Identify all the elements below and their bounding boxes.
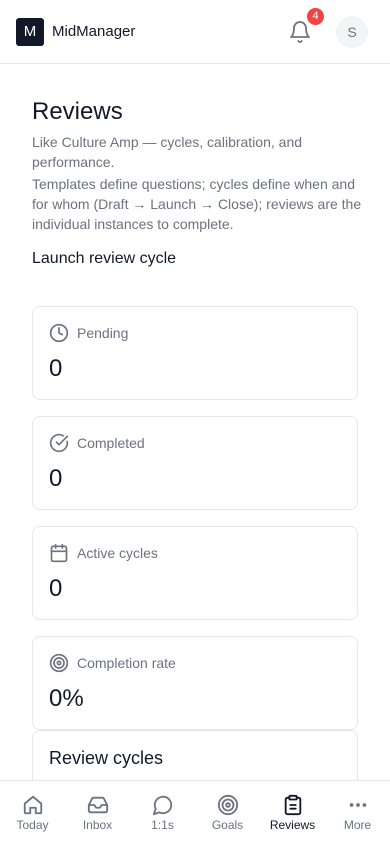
stat-value: 0 (49, 465, 63, 492)
nav-item-today[interactable]: Today (0, 781, 65, 845)
nav-item-goals[interactable]: Goals (195, 781, 260, 845)
launch-review-cycle-button[interactable]: Launch review cycle (32, 250, 176, 268)
notification-badge: 4 (307, 8, 324, 25)
stat-value: 0 (49, 355, 63, 382)
calendar-icon (50, 543, 68, 563)
top-bar: M MidManager 4 S (0, 0, 390, 64)
clipboard-icon (284, 794, 302, 816)
nav-item-inbox[interactable]: Inbox (65, 781, 130, 845)
stat-label: Active cycles (77, 545, 158, 561)
nav-label: Inbox (82, 818, 113, 832)
nav-item-reviews[interactable]: Reviews (260, 781, 325, 845)
stat-label: Completion rate (77, 655, 176, 671)
user-avatar[interactable]: S (336, 16, 368, 48)
home-icon (23, 795, 43, 815)
target-icon (49, 653, 69, 673)
stat-card-completed: Completed 0 (32, 416, 358, 510)
stat-value: 0 (49, 575, 63, 602)
stat-label: Pending (77, 325, 129, 341)
stat-card-pending: Pending 0 (32, 306, 358, 400)
clock-icon (49, 323, 69, 343)
page-description: Like Culture Amp — cycles, calibration, … (32, 134, 303, 170)
nav-label: Goals (211, 818, 244, 832)
stat-label: Completed (77, 435, 145, 451)
bottom-nav: Today Inbox 1:1s Goals Reviews More (0, 780, 390, 844)
target-icon (217, 794, 239, 816)
inbox-icon (87, 796, 109, 814)
review-cycles-title: Review cycles (49, 748, 164, 768)
nav-label: Reviews (269, 818, 316, 832)
nav-item-1on1s[interactable]: 1:1s (130, 781, 195, 845)
stat-value: 0% (49, 685, 84, 712)
nav-label: More (343, 818, 372, 832)
nav-item-more[interactable]: More (325, 781, 390, 845)
bell-icon[interactable] (288, 20, 312, 44)
page-help-text: Templates define questions; cycles defin… (32, 176, 362, 232)
app-logo[interactable]: M (16, 18, 44, 46)
more-icon (349, 803, 367, 807)
page-title: Reviews (32, 98, 123, 125)
nav-label: 1:1s (151, 818, 174, 832)
stat-card-completion-rate: Completion rate 0% (32, 636, 358, 730)
check-circle-icon (49, 433, 69, 453)
nav-label: Today (16, 818, 49, 832)
chat-icon (152, 795, 173, 816)
app-name[interactable]: MidManager (52, 23, 135, 40)
stat-card-active-cycles: Active cycles 0 (32, 526, 358, 620)
